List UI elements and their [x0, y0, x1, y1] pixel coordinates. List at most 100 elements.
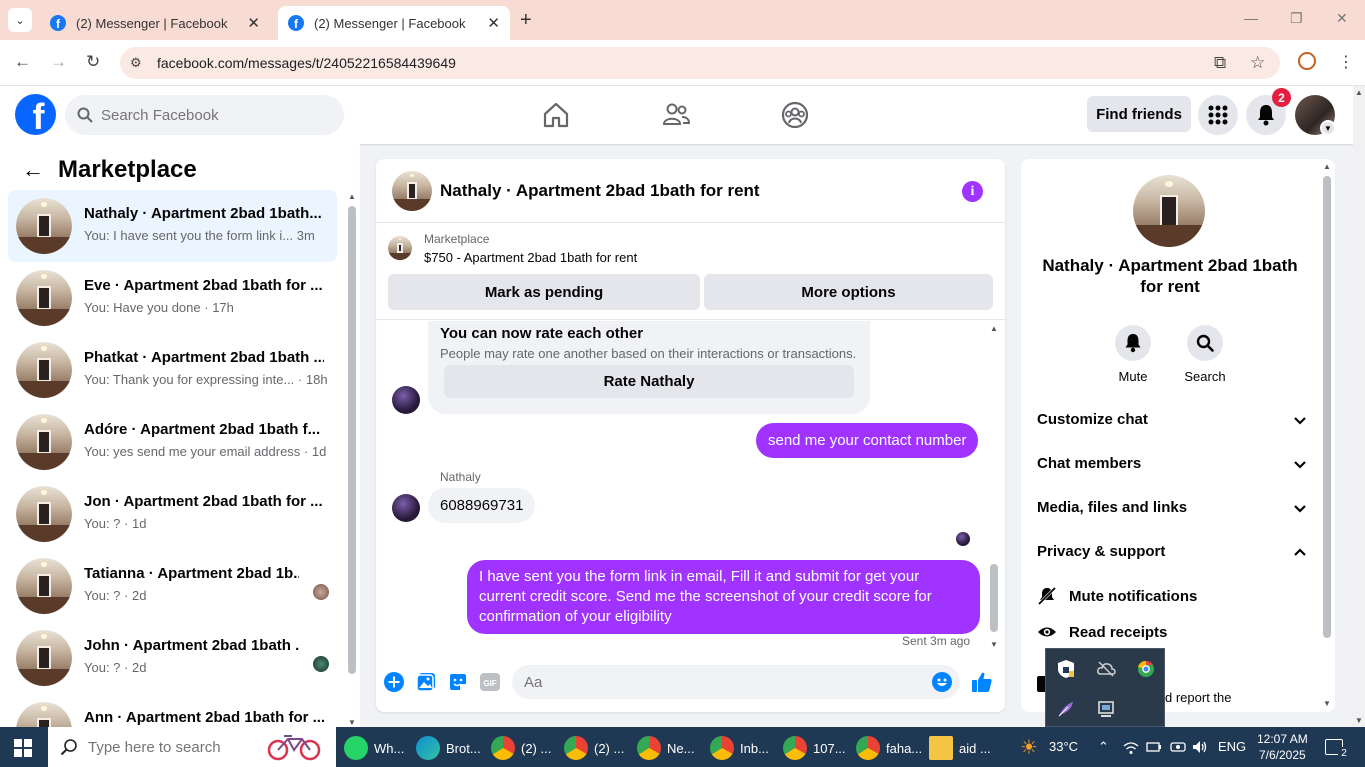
- gif-button[interactable]: GIF: [479, 671, 501, 693]
- taskbar-app-chrome-2[interactable]: (2) ...: [564, 735, 624, 761]
- media-files-links-section[interactable]: Media, files and links: [1037, 499, 1307, 523]
- install-app-icon[interactable]: ⧉: [1214, 53, 1226, 73]
- taskbar-app-chrome-6[interactable]: faha...: [856, 735, 922, 761]
- taskbar-app-chrome-5[interactable]: 107...: [783, 735, 846, 761]
- minimize-button[interactable]: —: [1244, 10, 1258, 26]
- volume-icon[interactable]: [1192, 740, 1208, 754]
- home-icon[interactable]: [541, 100, 571, 130]
- mute-notifications-item[interactable]: Mute notifications: [1037, 586, 1197, 606]
- browser-menu-icon[interactable]: ⋮: [1338, 52, 1354, 72]
- chevron-up-icon[interactable]: ⌃: [1098, 739, 1109, 755]
- tab-search-button[interactable]: ⌄: [8, 8, 32, 32]
- message-input[interactable]: [512, 665, 960, 699]
- language-indicator[interactable]: ENG: [1218, 739, 1246, 754]
- close-window-button[interactable]: ✕: [1336, 10, 1348, 27]
- outgoing-message[interactable]: I have sent you the form link in email, …: [467, 560, 980, 634]
- bicycle-search-highlight-icon[interactable]: [266, 733, 322, 761]
- info-icon[interactable]: i: [962, 181, 983, 202]
- more-options-button[interactable]: More options: [704, 274, 993, 310]
- chat-avatar[interactable]: [392, 171, 432, 211]
- new-tab-button[interactable]: +: [520, 9, 532, 32]
- url-text[interactable]: facebook.com/messages/t/2405221658443964…: [157, 55, 456, 71]
- mute-action[interactable]: Mute: [1103, 325, 1163, 384]
- sticker-button[interactable]: [447, 671, 469, 693]
- reload-button[interactable]: ↻: [86, 52, 100, 72]
- rate-nathaly-button[interactable]: Rate Nathaly: [444, 365, 854, 398]
- facebook-search-input[interactable]: [101, 106, 321, 124]
- close-tab-icon[interactable]: ✕: [487, 14, 500, 32]
- chevron-down-icon[interactable]: ▼: [1320, 120, 1336, 136]
- windows-start-icon[interactable]: [14, 739, 32, 757]
- system-clock[interactable]: 12:07 AM 7/6/2025: [1257, 731, 1308, 763]
- conversation-list-scrollbar[interactable]: ▲ ▼: [346, 192, 358, 727]
- page-scrollbar[interactable]: ▲ ▼: [1353, 86, 1365, 727]
- conversation-item[interactable]: Eve · Apartment 2bad 1bath for ... You: …: [8, 262, 337, 334]
- facebook-search-box[interactable]: [65, 95, 344, 135]
- display-app-icon[interactable]: [1096, 699, 1116, 719]
- privacy-support-section[interactable]: Privacy & support: [1037, 543, 1307, 567]
- taskbar-app-chrome-3[interactable]: Ne...: [637, 735, 694, 761]
- scrollbar-thumb[interactable]: [1323, 176, 1331, 638]
- contact-avatar[interactable]: [392, 386, 420, 414]
- emoji-button[interactable]: [931, 671, 953, 693]
- scrollbar-thumb[interactable]: [348, 206, 356, 674]
- url-bar[interactable]: ⚙ facebook.com/messages/t/24052216584439…: [120, 47, 1280, 79]
- close-tab-icon[interactable]: ✕: [247, 14, 260, 32]
- chat-members-section[interactable]: Chat members: [1037, 455, 1307, 479]
- attach-photo-button[interactable]: [415, 671, 437, 693]
- profile-icon[interactable]: [1298, 52, 1316, 70]
- truncated-menu-text[interactable]: d report the: [1165, 690, 1232, 705]
- contact-large-avatar[interactable]: [1133, 175, 1205, 247]
- listing-thumbnail[interactable]: [388, 236, 412, 260]
- battery-icon[interactable]: [1146, 741, 1162, 753]
- wifi-icon[interactable]: [1123, 741, 1139, 755]
- taskbar-app-whatsapp[interactable]: Wh...: [344, 735, 404, 761]
- conversation-item[interactable]: John · Apartment 2bad 1bath ... You: ? ·…: [8, 622, 337, 694]
- taskbar-app-edge[interactable]: Brot...: [416, 735, 481, 761]
- cloud-offline-icon[interactable]: [1096, 659, 1116, 679]
- like-button[interactable]: [971, 671, 993, 693]
- taskbar-app-chrome-4[interactable]: Inb...: [710, 735, 769, 761]
- mark-as-pending-button[interactable]: Mark as pending: [388, 274, 700, 310]
- site-info-icon[interactable]: ⚙: [130, 55, 142, 71]
- security-shield-icon[interactable]: [1056, 659, 1076, 679]
- taskbar-app-chrome-1[interactable]: (2) ...: [491, 735, 551, 761]
- weather-icon[interactable]: ☀: [1020, 735, 1038, 760]
- message-scrollbar[interactable]: ▲ ▼: [988, 324, 1000, 649]
- outgoing-message[interactable]: send me your contact number: [756, 423, 979, 458]
- groups-icon[interactable]: [780, 100, 810, 130]
- conversation-item[interactable]: Adóre · Apartment 2bad 1bath f... You: y…: [8, 406, 337, 478]
- incoming-message[interactable]: 6088969731: [428, 488, 536, 523]
- more-actions-button[interactable]: [383, 671, 405, 693]
- conversation-item[interactable]: Ann · Apartment 2bad 1bath for ...: [8, 694, 337, 727]
- feather-app-icon[interactable]: [1056, 699, 1076, 719]
- taskbar-app-file-explorer[interactable]: aid ...: [929, 735, 991, 761]
- taskbar-search-box[interactable]: [48, 727, 336, 767]
- bookmark-star-icon[interactable]: ☆: [1250, 53, 1265, 73]
- browser-tab-1[interactable]: f (2) Messenger | Facebook ✕: [40, 6, 270, 40]
- browser-tab-2[interactable]: f (2) Messenger | Facebook ✕: [278, 6, 510, 40]
- restore-button[interactable]: ❐: [1290, 10, 1303, 27]
- conversation-item[interactable]: Tatianna · Apartment 2bad 1b... You: ? ·…: [8, 550, 337, 622]
- taskbar-search-input[interactable]: [88, 738, 258, 756]
- read-receipts-item[interactable]: Read receipts: [1037, 622, 1167, 642]
- search-action[interactable]: Search: [1175, 325, 1235, 384]
- friends-icon[interactable]: [661, 100, 691, 130]
- details-scrollbar[interactable]: ▲ ▼: [1321, 162, 1333, 708]
- contact-avatar[interactable]: [392, 494, 420, 522]
- chrome-remote-icon[interactable]: [1136, 659, 1156, 679]
- conversation-item[interactable]: Jon · Apartment 2bad 1bath for ... You: …: [8, 478, 337, 550]
- listing-title[interactable]: $750 - Apartment 2bad 1bath for rent: [424, 250, 637, 265]
- chat-title[interactable]: Nathaly · Apartment 2bad 1bath for rent: [440, 181, 760, 201]
- conversation-item[interactable]: Phatkat · Apartment 2bad 1bath ... You: …: [8, 334, 337, 406]
- menu-grid-button[interactable]: [1198, 95, 1238, 135]
- forward-button[interactable]: →: [50, 52, 67, 72]
- scrollbar-thumb[interactable]: [990, 564, 998, 632]
- facebook-logo-icon[interactable]: f: [15, 94, 56, 135]
- conversation-item[interactable]: Nathaly · Apartment 2bad 1bath... You: I…: [8, 190, 337, 262]
- customize-chat-section[interactable]: Customize chat: [1037, 411, 1307, 435]
- onedrive-icon[interactable]: [1170, 740, 1186, 754]
- back-button[interactable]: ←: [14, 52, 31, 72]
- find-friends-button[interactable]: Find friends: [1087, 96, 1191, 132]
- back-arrow-icon[interactable]: ←: [22, 157, 44, 183]
